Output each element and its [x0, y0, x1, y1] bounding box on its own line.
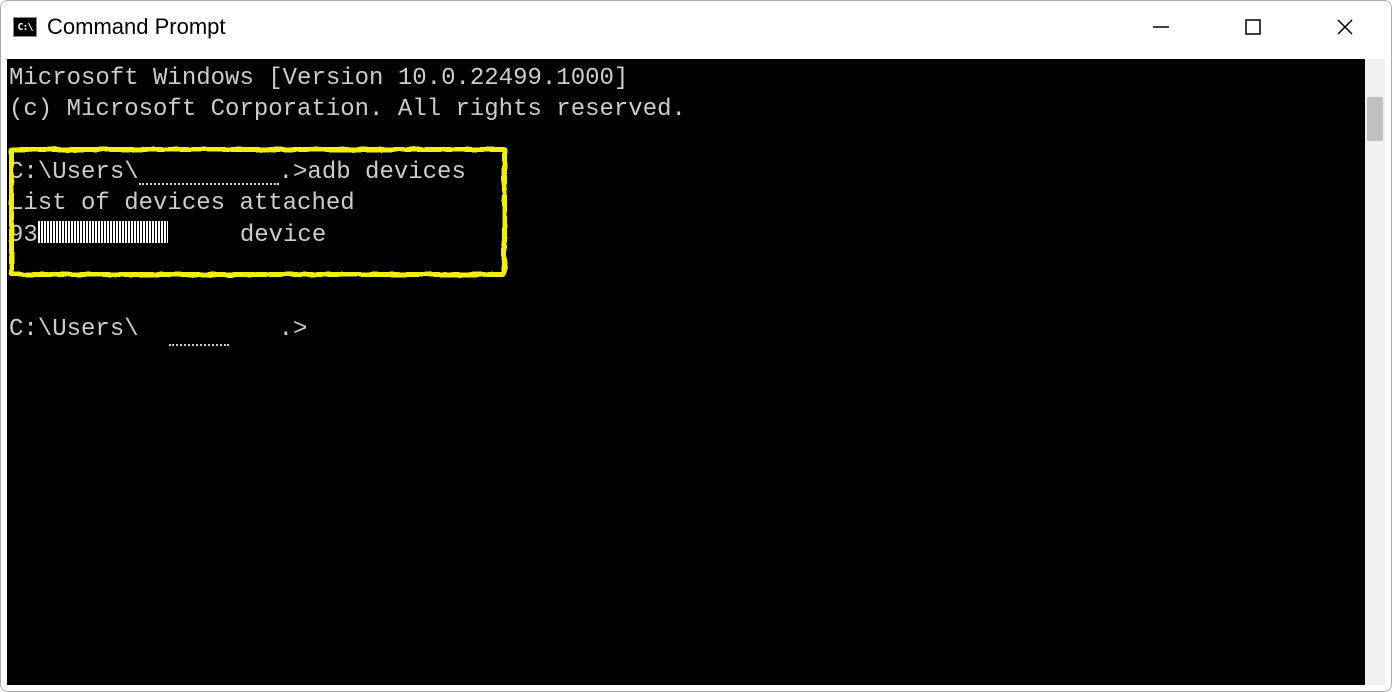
prompt1-command: .>adb devices — [279, 159, 466, 186]
terminal-line-blank — [7, 251, 1365, 282]
command-prompt-window: C:\ Command Prompt Microsoft — [0, 0, 1392, 692]
terminal-line-version: Microsoft Windows [Version 10.0.22499.10… — [7, 63, 1365, 94]
terminal-area: Microsoft Windows [Version 10.0.22499.10… — [1, 53, 1391, 691]
terminal[interactable]: Microsoft Windows [Version 10.0.22499.10… — [7, 59, 1365, 685]
terminal-line-blank — [7, 282, 1365, 313]
scrollbar[interactable] — [1365, 59, 1385, 685]
device-id-prefix: 93 — [9, 222, 38, 249]
prompt2-prefix: C:\Users\ — [9, 316, 139, 343]
prompt1-prefix: C:\Users\ — [9, 159, 139, 186]
device-status: device — [168, 222, 326, 249]
terminal-line-output-header: List of devices attached — [7, 188, 1365, 219]
maximize-button[interactable] — [1207, 1, 1299, 53]
redacted-username — [139, 169, 279, 185]
minimize-button[interactable] — [1115, 1, 1207, 53]
terminal-line-blank — [7, 125, 1365, 156]
titlebar[interactable]: C:\ Command Prompt — [1, 1, 1391, 53]
close-button[interactable] — [1299, 1, 1391, 53]
terminal-line-prompt2: C:\Users\ .> — [7, 314, 1365, 345]
window-controls — [1115, 1, 1391, 53]
redacted-device-id — [38, 221, 168, 243]
window-title: Command Prompt — [47, 14, 226, 40]
minimize-icon — [1152, 18, 1170, 36]
terminal-line-device: 93 device — [7, 219, 1365, 251]
cmd-icon: C:\ — [13, 17, 37, 37]
scrollbar-thumb[interactable] — [1367, 97, 1383, 141]
terminal-line-copyright: (c) Microsoft Corporation. All rights re… — [7, 94, 1365, 125]
redacted-username — [139, 326, 279, 342]
close-icon — [1336, 18, 1354, 36]
prompt2-cursor: .> — [279, 316, 308, 343]
maximize-icon — [1244, 18, 1262, 36]
terminal-line-prompt1: C:\Users\ .>adb devices — [7, 157, 1365, 188]
